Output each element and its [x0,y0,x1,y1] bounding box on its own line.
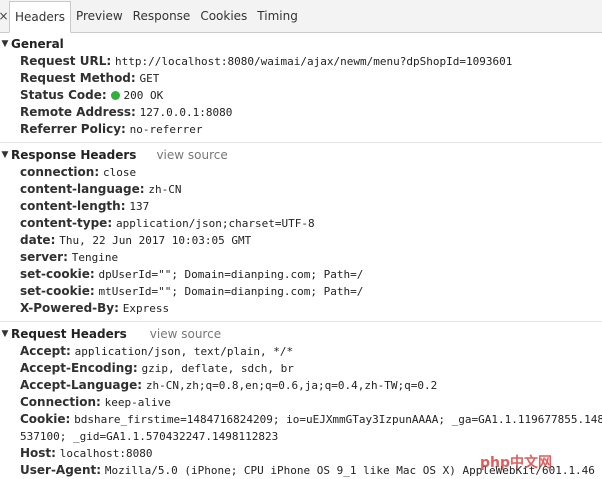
header-key: X-Powered-By: [20,301,119,315]
header-value: Express [122,302,170,315]
general-row-request-method: Request Method: GET [0,70,602,87]
triangle-down-icon: ▼ [1,150,9,160]
general-row-request-url: Request URL: http://localhost:8080/waima… [0,53,602,70]
header-key: Accept-Encoding: [20,361,138,375]
response-header-row: server: Tengine [0,249,602,266]
general-title: General [11,37,64,51]
header-value: Tengine [71,251,119,264]
header-value: zh-CN [148,183,182,196]
header-key: Request URL: [20,54,112,68]
response-view-source-link[interactable]: view source [156,148,227,162]
header-value: 137 [129,200,150,213]
response-headers-title: Response Headers [11,148,137,162]
response-header-row: set-cookie: dpUserId=""; Domain=dianping… [0,266,602,283]
tab-headers[interactable]: Headers [9,1,71,33]
watermark-logo: php中文网 [480,455,553,471]
header-value: localhost:8080 [59,447,153,460]
header-key: Accept-Language: [20,378,143,392]
tab-bar: × Headers Preview Response Cookies Timin… [0,0,602,33]
response-header-row: content-language: zh-CN [0,181,602,198]
header-value: 127.0.0.1:8080 [139,106,233,119]
response-header-row: set-cookie: mtUserId=""; Domain=dianping… [0,283,602,300]
response-header-row: X-Powered-By: Express [0,300,602,317]
header-value: http://localhost:8080/waimai/ajax/newm/m… [114,55,513,68]
headers-panel: ▼ General Request URL: http://localhost:… [0,33,602,479]
header-key: date: [20,233,56,247]
header-key: Status Code: [20,88,107,102]
header-value: bdshare_firstime=1484716824209; io=uEJXm… [74,413,602,426]
section-divider [0,142,602,143]
header-key: server: [20,250,68,264]
header-key: Referrer Policy: [20,122,126,136]
header-key: Host: [20,446,56,460]
header-key: Cookie: [20,412,71,426]
header-value: Thu, 22 Jun 2017 10:03:05 GMT [59,234,252,247]
request-headers-section-toggle[interactable]: ▼ Request Headers view source [0,325,602,343]
header-value: 200 OK [123,89,164,102]
response-headers-section-toggle[interactable]: ▼ Response Headers view source [0,146,602,164]
tab-response[interactable]: Response [128,1,196,32]
request-header-row: Connection: keep-alive [0,394,602,411]
header-key: set-cookie: [20,267,95,281]
request-header-row: Accept-Language: zh-CN,zh;q=0.8,en;q=0.6… [0,377,602,394]
header-value: no-referrer [129,123,203,136]
tab-preview[interactable]: Preview [71,1,128,32]
general-row-referrer-policy: Referrer Policy: no-referrer [0,121,602,138]
header-value: close [102,166,137,179]
header-value: keep-alive [104,396,171,409]
header-key: content-language: [20,182,145,196]
header-key: connection: [20,165,100,179]
header-value: 537100; _gid=GA1.1.570432247.1498112823 [20,430,279,443]
response-header-row: content-type: application/json;charset=U… [0,215,602,232]
response-header-row: date: Thu, 22 Jun 2017 10:03:05 GMT [0,232,602,249]
header-key: content-type: [20,216,113,230]
tab-timing[interactable]: Timing [252,1,303,32]
general-section-toggle[interactable]: ▼ General [0,35,602,53]
header-key: Remote Address: [20,105,136,119]
general-row-status-code: Status Code: 200 OK [0,87,602,104]
header-key: Request Method: [20,71,136,85]
triangle-down-icon: ▼ [1,329,9,339]
header-key: content-length: [20,199,126,213]
section-divider [0,321,602,322]
request-header-row: Accept-Encoding: gzip, deflate, sdch, br [0,360,602,377]
status-ok-icon [111,91,121,100]
header-value: zh-CN,zh;q=0.8,en;q=0.6,ja;q=0.4,zh-TW;q… [145,379,438,392]
request-header-row: Accept: application/json, text/plain, */… [0,343,602,360]
response-header-row: content-length: 137 [0,198,602,215]
request-header-row: Cookie: bdshare_firstime=1484716824209; … [0,411,602,428]
header-value: mtUserId=""; Domain=dianping.com; Path=/ [98,285,364,298]
header-value: application/json;charset=UTF-8 [115,217,315,230]
close-icon[interactable]: × [0,1,9,32]
request-headers-title: Request Headers [11,327,127,341]
header-key: Connection: [20,395,101,409]
tab-cookies[interactable]: Cookies [195,1,252,32]
header-value: dpUserId=""; Domain=dianping.com; Path=/ [98,268,364,281]
header-key: User-Agent: [20,463,102,477]
response-header-row: connection: close [0,164,602,181]
general-row-remote-address: Remote Address: 127.0.0.1:8080 [0,104,602,121]
header-key: Accept: [20,344,71,358]
triangle-down-icon: ▼ [1,39,9,49]
header-value: gzip, deflate, sdch, br [141,362,294,375]
request-view-source-link[interactable]: view source [150,327,221,341]
header-key: set-cookie: [20,284,95,298]
header-value: GET [139,72,160,85]
request-header-row-continuation: 537100; _gid=GA1.1.570432247.1498112823 [0,428,602,445]
header-value: application/json, text/plain, */* [74,345,294,358]
